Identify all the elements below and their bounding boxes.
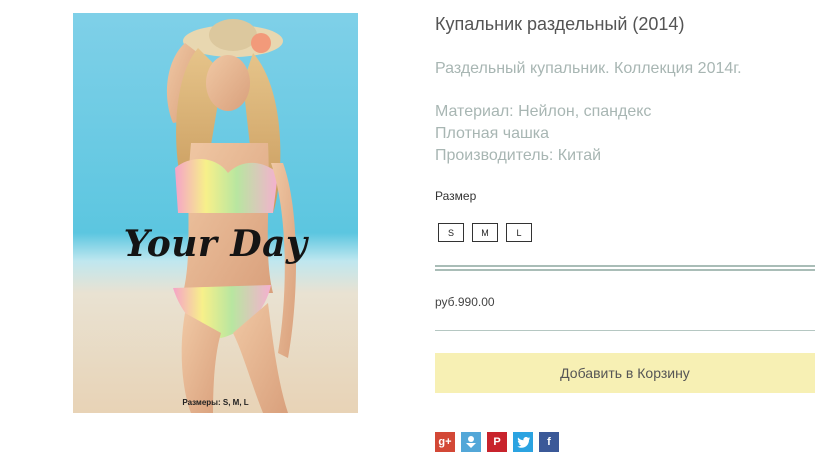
product-photo [73, 13, 358, 413]
product-spec-cup: Плотная чашка [435, 125, 550, 142]
product-image[interactable]: Your Day Размеры: S, M, L [73, 13, 358, 413]
size-options: S M L [438, 223, 532, 242]
product-title: Купальник раздельный (2014) [435, 14, 685, 34]
add-to-cart-button[interactable]: Добавить в Корзину [435, 353, 815, 393]
social-share-bar: g+ P f [435, 432, 559, 452]
pinterest-icon[interactable]: P [487, 432, 507, 452]
double-divider [435, 265, 815, 271]
product-spec-manufacturer: Производитель: Китай [435, 147, 602, 164]
size-option-m[interactable]: M [472, 223, 498, 242]
brand-logo-overlay: Your Day [123, 223, 308, 265]
odnoklassniki-icon[interactable] [461, 432, 481, 452]
product-spec-material: Материал: Нейлон, спандекс [435, 103, 652, 120]
twitter-icon[interactable] [513, 432, 533, 452]
size-label: Размер [435, 189, 477, 203]
product-price: руб.990.00 [435, 295, 495, 309]
size-option-s[interactable]: S [438, 223, 464, 242]
divider [435, 330, 815, 331]
size-option-l[interactable]: L [506, 223, 532, 242]
facebook-icon[interactable]: f [539, 432, 559, 452]
google-plus-icon[interactable]: g+ [435, 432, 455, 452]
image-sizes-caption: Размеры: S, M, L [182, 398, 249, 407]
product-description: Раздельный купальник. Коллекция 2014г. [435, 60, 742, 77]
